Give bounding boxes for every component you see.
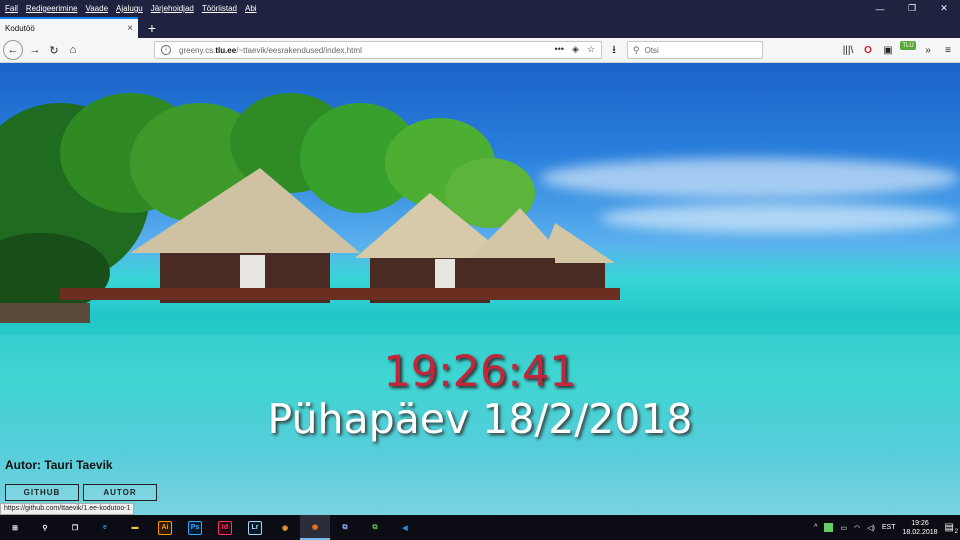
forward-button[interactable]: → (25, 40, 45, 60)
search-input[interactable]: ⚲ Otsi (627, 41, 763, 59)
chrome-icon: ◉ (281, 524, 289, 532)
menu-help[interactable]: Abi (241, 4, 261, 13)
tray-app-icon[interactable] (824, 523, 834, 532)
url-prefix: greeny.cs. (179, 45, 216, 55)
close-window-button[interactable]: ✕ (928, 0, 960, 17)
tab-close-icon[interactable]: × (127, 23, 133, 34)
taskbar-app-photoshop[interactable]: Ps (180, 515, 210, 540)
taskbar-date: 18.02.2018 (902, 528, 938, 536)
toolbar-right: |||\ O ▣ TLÜ » ≡ (840, 40, 956, 60)
firefox-icon: ◉ (311, 523, 319, 531)
overflow-icon[interactable]: » (920, 40, 936, 60)
taskbar-app-search[interactable]: ⚲ (30, 515, 60, 540)
taskbar-app-remote-app[interactable]: ⧉ (360, 515, 390, 540)
new-tab-button[interactable]: + (142, 17, 162, 38)
home-button[interactable]: ⌂ (63, 40, 83, 60)
link-status-url: https://github.com/ttaevik/1.ee-kodutoo-… (0, 503, 135, 515)
url-path: /~ttaevik/eesrakendused/index.html (236, 45, 362, 55)
taskbar-app-chrome[interactable]: ◉ (270, 515, 300, 540)
bookmark-star-icon[interactable]: ☆ (587, 44, 595, 55)
taskbar-app-lightroom[interactable]: Lr (240, 515, 270, 540)
tlu-extension-icon[interactable]: TLÜ (900, 41, 916, 50)
taskbar-app-windows-start[interactable]: ⊞ (0, 515, 30, 540)
taskbar-apps: ⊞ ⚲ ❐ e ▬ Ai Ps Id Lr ◉ ◉ ⧉ ⧉ ◀ (0, 515, 420, 540)
url-actions: ••• ◈ ☆ (555, 44, 595, 55)
beach-bungalows-image (0, 93, 620, 323)
task-view-icon: ❐ (71, 524, 79, 532)
language-indicator[interactable]: EST (882, 524, 896, 531)
notification-count: 2 (954, 529, 958, 535)
photoshop-icon: Ps (188, 520, 202, 535)
taskbar-app-indesign[interactable]: Id (210, 515, 240, 540)
tab-kodutoo[interactable]: Kodutöö × (0, 17, 138, 38)
menu-file[interactable]: Fail (0, 4, 22, 13)
menu-bar: Fail Redigeerimine Vaade Ajalugu Järjeho… (0, 0, 960, 17)
system-tray: ^ ▭ ◠ ◁) EST 19:26 18.02.2018 ▤ 2 (814, 515, 960, 540)
reader-view-icon[interactable]: ▣ (880, 40, 896, 60)
pocket-icon[interactable]: ◈ (572, 44, 579, 55)
tray-chevron-icon[interactable]: ^ (814, 524, 817, 531)
menu-bookmarks[interactable]: Järjehoidjad (147, 4, 198, 13)
url-host: tlu.ee (215, 45, 237, 55)
taskbar: ⊞ ⚲ ❐ e ▬ Ai Ps Id Lr ◉ ◉ ⧉ ⧉ ◀ ^ ▭ ◠ ◁) EST 19:26 18… (0, 515, 960, 540)
url-bar[interactable]: i greeny.cs. tlu.ee/~ttaevik/eesrakenduse… (154, 41, 602, 59)
battery-icon[interactable]: ▭ (840, 524, 847, 532)
search-placeholder: Otsi (644, 45, 659, 55)
taskbar-app-illustrator[interactable]: Ai (150, 515, 180, 540)
search-icon: ⚲ (42, 524, 48, 532)
back-button[interactable]: ← (3, 40, 23, 60)
library-icon[interactable]: |||\ (840, 40, 856, 60)
author-button[interactable]: AUTOR (83, 484, 157, 501)
indesign-icon: Id (218, 520, 232, 535)
taskbar-app-vscode[interactable]: ◀ (390, 515, 420, 540)
author-label: Autor: Tauri Taevik (5, 458, 113, 472)
search-icon: ⚲ (633, 44, 640, 55)
network-app-icon: ⧉ (342, 523, 348, 531)
window-controls: — ❐ ✕ (864, 0, 960, 17)
illustrator-icon: Ai (158, 520, 172, 535)
file-explorer-icon: ▬ (131, 524, 139, 531)
vscode-icon: ◀ (402, 524, 408, 532)
tab-title: Kodutöö (5, 24, 35, 33)
hamburger-menu-icon[interactable]: ≡ (940, 40, 956, 60)
lightroom-icon: Lr (248, 520, 262, 535)
taskbar-app-network-app[interactable]: ⧉ (330, 515, 360, 540)
edge-icon: e (103, 524, 107, 531)
opera-icon[interactable]: O (860, 40, 876, 60)
github-button[interactable]: GITHUB (5, 484, 79, 501)
nav-bar: ← → ↻ ⌂ i greeny.cs. tlu.ee/~ttaevik/eesr… (0, 38, 960, 63)
taskbar-clock[interactable]: 19:26 18.02.2018 (903, 519, 938, 537)
windows-start-icon: ⊞ (12, 524, 18, 532)
download-icon[interactable]: ⭳ (604, 40, 624, 60)
menu-view[interactable]: Vaade (81, 4, 112, 13)
wifi-icon[interactable]: ◠ (854, 524, 860, 532)
clock-date: Pühapäev 18/2/2018 (267, 395, 693, 443)
page-content: 19:26:41 Pühapäev 18/2/2018 Autor: Tauri… (0, 63, 960, 515)
notification-center-icon[interactable]: ▤ 2 (945, 522, 958, 535)
menu-history[interactable]: Ajalugu (112, 4, 147, 13)
taskbar-time: 19:26 (911, 519, 929, 527)
site-info-icon[interactable]: i (161, 45, 171, 55)
cloud-decoration (600, 203, 960, 233)
taskbar-app-file-explorer[interactable]: ▬ (120, 515, 150, 540)
taskbar-app-edge[interactable]: e (90, 515, 120, 540)
minimize-button[interactable]: — (864, 0, 896, 17)
menu-edit[interactable]: Redigeerimine (22, 4, 82, 13)
remote-app-icon: ⧉ (372, 523, 378, 531)
page-actions-icon[interactable]: ••• (555, 44, 564, 55)
tab-strip: Kodutöö × + (0, 17, 960, 38)
volume-icon[interactable]: ◁) (867, 524, 875, 532)
clock-time: 19:26:41 (383, 347, 577, 397)
taskbar-app-task-view[interactable]: ❐ (60, 515, 90, 540)
reload-button[interactable]: ↻ (44, 40, 64, 60)
taskbar-app-firefox[interactable]: ◉ (300, 515, 330, 540)
menu-tools[interactable]: Tööriistad (198, 4, 241, 13)
restore-button[interactable]: ❐ (896, 0, 928, 17)
